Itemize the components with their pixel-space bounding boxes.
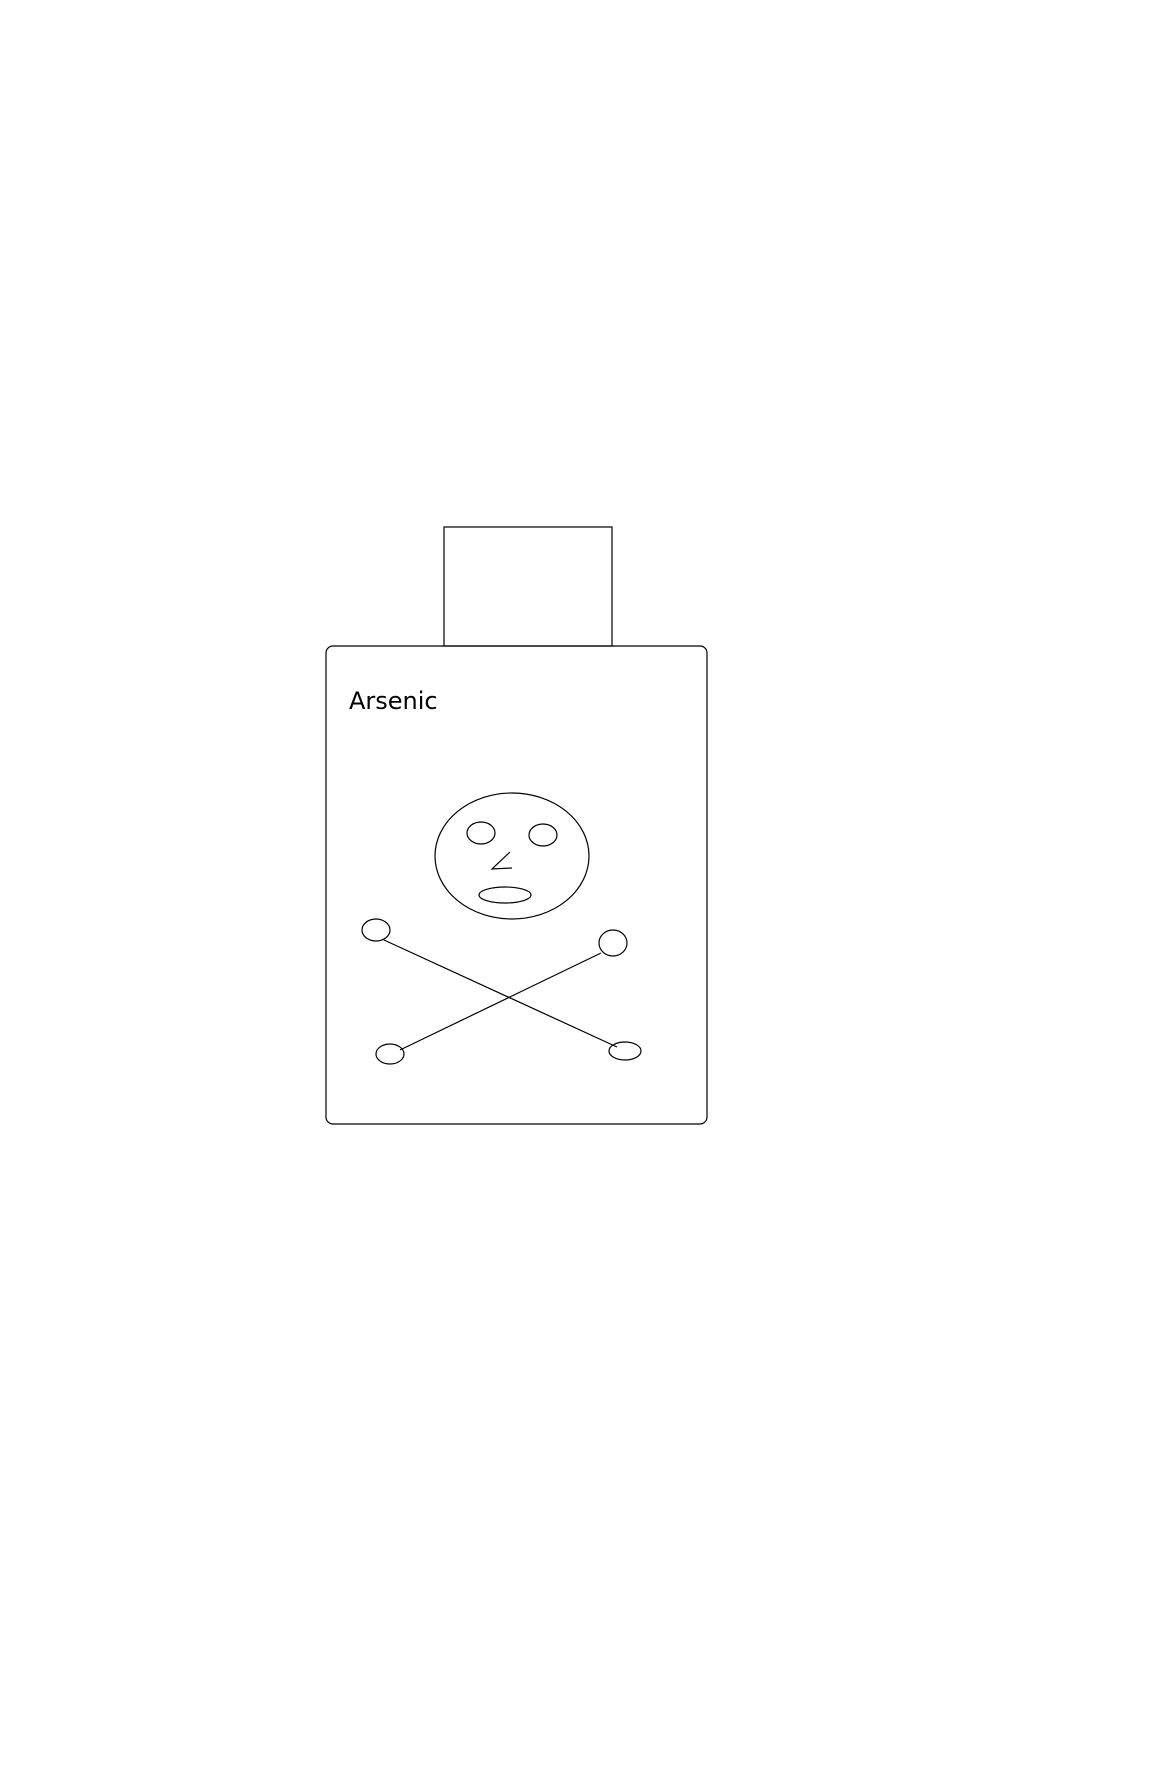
bone-end-bottom-left [375, 1043, 405, 1065]
skull [434, 792, 590, 920]
drawing-canvas: Arsenic [325, 526, 708, 1125]
bottle-label: Arsenic [349, 687, 438, 715]
bottle-body [325, 645, 708, 1125]
crossbone-descending [383, 939, 618, 1048]
bone-end-top-left [361, 918, 391, 942]
skull-mouth [478, 886, 532, 904]
skull-nose [490, 851, 513, 870]
crossbones [361, 918, 642, 1065]
skull-head [434, 792, 590, 920]
skull-left-eye [466, 821, 496, 845]
bone-end-top-right [598, 929, 628, 957]
crossbone-ascending [399, 952, 602, 1051]
poison-bottle: Arsenic [325, 526, 708, 1125]
bone-end-bottom-right [608, 1041, 642, 1061]
skull-and-crossbones-icon [361, 792, 642, 1065]
skull-right-eye [528, 823, 558, 847]
bottle-cap [443, 526, 613, 647]
